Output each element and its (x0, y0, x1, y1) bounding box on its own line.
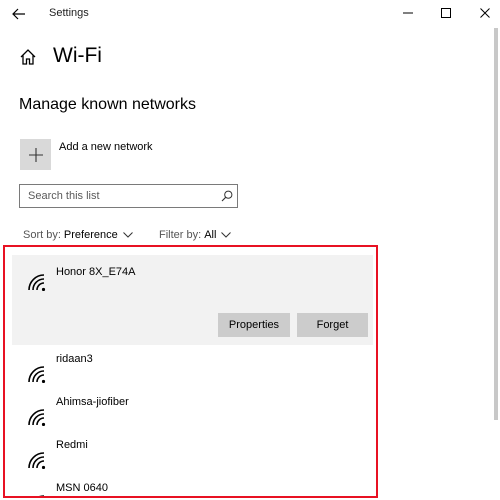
section-title: Manage known networks (19, 96, 196, 113)
back-button[interactable] (8, 4, 30, 24)
minimize-icon (403, 12, 413, 14)
network-item-selected[interactable]: Honor 8X_E74A Properties Forget (12, 255, 373, 345)
maximize-icon (441, 8, 451, 18)
forget-button[interactable]: Forget (297, 313, 368, 337)
settings-window: Settings Wi-Fi Manage known networks Add… (0, 0, 500, 500)
chevron-down-icon (221, 232, 232, 238)
wifi-icon (28, 409, 46, 426)
minimize-button[interactable] (393, 2, 423, 24)
network-item[interactable]: ridaan3 (12, 347, 373, 387)
network-item[interactable]: MSN 0640 (12, 476, 373, 496)
close-button[interactable] (470, 2, 500, 24)
maximize-button[interactable] (431, 2, 461, 24)
search-box[interactable] (19, 184, 238, 208)
network-name: ridaan3 (56, 353, 93, 365)
search-icon[interactable] (221, 190, 233, 202)
sort-value: Preference (63, 229, 118, 241)
network-name: Ahimsa-jiofiber (56, 396, 129, 408)
wifi-icon (28, 366, 46, 383)
search-input[interactable] (28, 188, 218, 204)
wifi-icon (28, 274, 46, 291)
add-network-button[interactable] (20, 139, 51, 170)
filter-label: Filter by: (159, 229, 202, 241)
back-arrow-icon (12, 8, 25, 20)
sort-dropdown[interactable]: Sort by: Preference (23, 229, 133, 241)
close-icon (480, 8, 490, 18)
title-bar: Settings (0, 0, 500, 28)
properties-button[interactable]: Properties (218, 313, 290, 337)
scrollbar[interactable] (494, 28, 498, 420)
network-item[interactable]: Redmi (12, 433, 373, 473)
window-title: Settings (49, 7, 89, 19)
chevron-down-icon (122, 232, 133, 238)
sort-label: Sort by: (23, 229, 61, 241)
wifi-icon (28, 452, 46, 469)
filter-value: All (204, 229, 217, 241)
network-name: Honor 8X_E74A (56, 266, 136, 278)
page-title: Wi-Fi (53, 44, 102, 67)
home-icon[interactable] (19, 48, 37, 66)
plus-icon (28, 147, 43, 162)
network-name: MSN 0640 (56, 482, 108, 494)
known-networks-list: Honor 8X_E74A Properties Forget ridaan3 (3, 245, 378, 498)
wifi-icon (39, 495, 44, 496)
filter-dropdown[interactable]: Filter by: All (159, 229, 232, 241)
network-name: Redmi (56, 439, 88, 451)
network-item[interactable]: Ahimsa-jiofiber (12, 390, 373, 430)
add-network-label[interactable]: Add a new network (59, 141, 153, 153)
